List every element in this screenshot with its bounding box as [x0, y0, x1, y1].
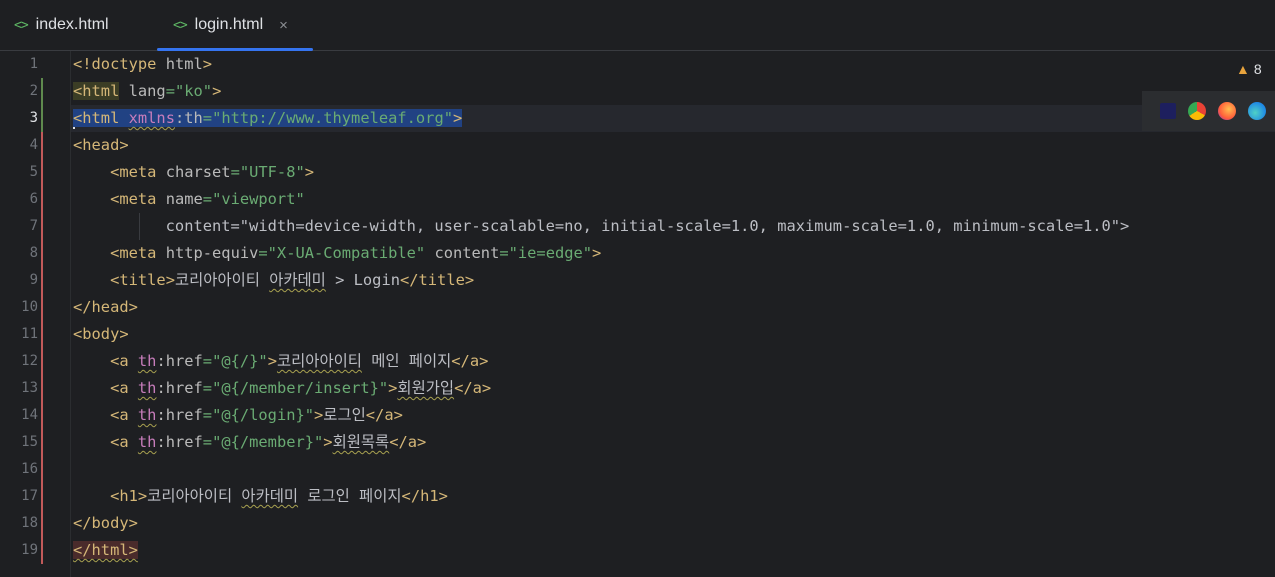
line-number: 13	[21, 380, 38, 396]
firefox-icon[interactable]	[1218, 102, 1236, 120]
line-number: 12	[21, 353, 38, 369]
intellij-icon[interactable]	[1160, 103, 1176, 119]
tab-label: login.html	[194, 16, 264, 33]
code-line[interactable]: <a th:href="@{/member}">회원목록</a>	[73, 429, 426, 456]
code-line[interactable]: <h1>코리아아이티 아카데미 로그인 페이지</h1>	[73, 483, 448, 510]
line-number: 16	[21, 461, 38, 477]
tab-index-html[interactable]: <> index.html	[14, 0, 109, 50]
line-number: 14	[21, 407, 38, 423]
inspection-widget[interactable]: ▲ 8	[1236, 61, 1262, 77]
line-number: 17	[21, 488, 38, 504]
code-line[interactable]: </html>	[73, 537, 138, 564]
line-number: 10	[21, 299, 38, 315]
code-line[interactable]: <head>	[73, 132, 129, 159]
code-line[interactable]: </body>	[73, 510, 138, 537]
code-line[interactable]: <a th:href="@{/member/insert}">회원가입</a>	[73, 375, 491, 402]
line-number: 6	[29, 191, 38, 207]
line-number-gutter: 1 2 3 4 5 6 7 8 9 10 11 12 13 14 15 16 1…	[0, 51, 71, 577]
warning-icon: ▲	[1236, 61, 1250, 77]
browser-preview-bar	[1142, 91, 1275, 131]
line-number: 8	[29, 245, 38, 261]
line-number: 7	[29, 218, 38, 234]
line-number: 4	[29, 137, 38, 153]
line-number: 1	[29, 56, 38, 72]
code-line[interactable]: <meta http-equiv="X-UA-Compatible" conte…	[73, 240, 601, 267]
code-line[interactable]: <a th:href="@{/login}">로그인</a>	[73, 402, 403, 429]
code-editor[interactable]: 1 2 3 4 5 6 7 8 9 10 11 12 13 14 15 16 1…	[0, 51, 1275, 577]
code-line[interactable]: content="width=device-width, user-scalab…	[73, 213, 1130, 240]
code-line[interactable]: <title>코리아아이티 아카데미 > Login</title>	[73, 267, 474, 294]
change-marker-added	[41, 78, 43, 132]
line-number: 11	[21, 326, 38, 342]
line-number: 5	[29, 164, 38, 180]
code-line[interactable]: <body>	[73, 321, 129, 348]
line-number: 9	[29, 272, 38, 288]
line-number: 19	[21, 542, 38, 558]
edge-icon[interactable]	[1248, 102, 1266, 120]
code-line[interactable]: <!doctype html>	[73, 51, 212, 78]
code-line[interactable]: <a th:href="@{/}">코리아아이티 메인 페이지</a>	[73, 348, 488, 375]
line-number: 2	[29, 83, 38, 99]
warning-count: 8	[1253, 61, 1262, 77]
code-line[interactable]: <meta charset="UTF-8">	[73, 159, 314, 186]
chrome-icon[interactable]	[1188, 102, 1206, 120]
line-number: 3	[29, 110, 38, 126]
line-number: 15	[21, 434, 38, 450]
code-line[interactable]: <meta name="viewport"	[73, 186, 305, 213]
editor-tab-bar: <> index.html <> login.html ×	[0, 0, 1275, 51]
tab-label: index.html	[35, 16, 109, 33]
line-number: 18	[21, 515, 38, 531]
html-file-icon: <>	[173, 17, 188, 33]
change-marker-modified	[41, 132, 43, 564]
code-line[interactable]: </head>	[73, 294, 138, 321]
code-line[interactable]: <html xmlns:th="http://www.thymeleaf.org…	[73, 105, 463, 132]
code-line[interactable]: <html lang="ko">	[73, 78, 221, 105]
close-icon[interactable]: ×	[279, 17, 288, 34]
tab-login-html[interactable]: <> login.html ×	[157, 0, 313, 51]
html-file-icon: <>	[14, 17, 29, 33]
